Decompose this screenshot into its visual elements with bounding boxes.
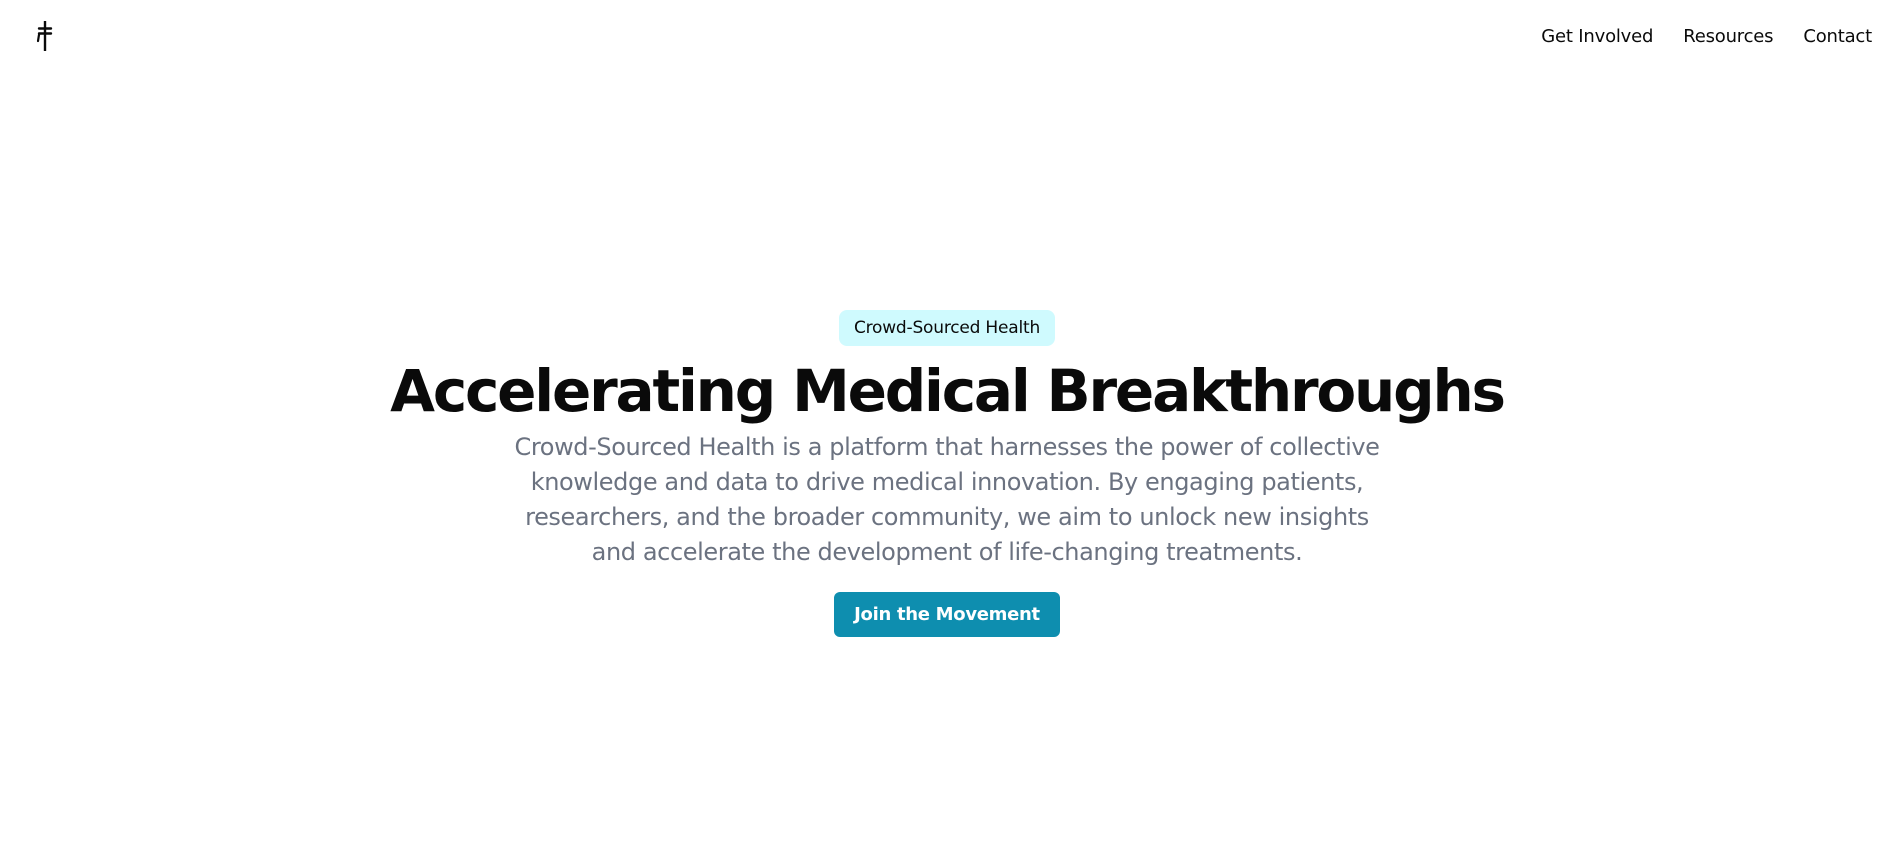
join-movement-button[interactable]: Join the Movement: [834, 592, 1060, 637]
nav-link-resources[interactable]: Resources: [1683, 26, 1773, 47]
main-nav: Get Involved Resources Contact: [1541, 26, 1872, 47]
hero-title: Accelerating Medical Breakthroughs: [390, 357, 1506, 425]
home-logo-link[interactable]: [36, 19, 56, 53]
site-header: Get Involved Resources Contact: [0, 0, 1894, 72]
page: Get Involved Resources Contact Crowd-Sou…: [0, 0, 1894, 868]
nav-link-get-involved[interactable]: Get Involved: [1541, 26, 1653, 47]
hero-section: Crowd-Sourced Health Accelerating Medica…: [0, 310, 1894, 637]
hero-badge: Crowd-Sourced Health: [838, 310, 1056, 346]
cross-icon: [36, 21, 54, 51]
nav-link-contact[interactable]: Contact: [1803, 26, 1872, 47]
hero-description: Crowd-Sourced Health is a platform that …: [514, 433, 1380, 566]
